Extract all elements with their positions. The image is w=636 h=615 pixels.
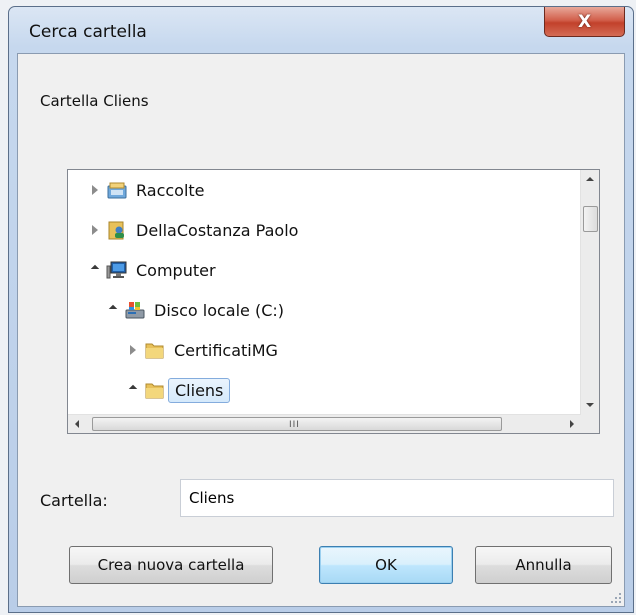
cancel-button[interactable]: Annulla [475,546,612,584]
folder-tree[interactable]: Raccolte DellaCostanza Paolo Computer Di… [67,169,600,434]
folder-field-label: Cartella: [40,491,108,510]
dialog-description: Cartella Cliens [40,92,149,110]
tree-item-computer[interactable]: Computer [88,255,218,285]
scroll-grip: III [289,420,300,430]
scroll-down-icon[interactable] [586,403,594,407]
tree-item-label: Cliens [168,377,231,403]
collapse-arrow-icon[interactable] [126,383,140,397]
scroll-up-icon[interactable] [586,177,594,181]
horizontal-scroll-thumb[interactable]: III [92,417,502,431]
libraries-icon [106,180,128,200]
tree-item-label: Computer [136,260,216,280]
tree-item-label: Disco locale (C:) [154,300,285,320]
scroll-right-icon[interactable] [570,420,574,428]
expand-arrow-icon[interactable] [88,183,102,197]
dialog-window: Cerca cartella X Cartella Cliens Raccolt… [8,6,634,613]
close-button[interactable]: X [544,7,625,37]
dialog-title: Cerca cartella [29,22,147,42]
horizontal-scrollbar[interactable]: III [68,414,581,433]
folder-icon [144,340,166,360]
collapse-arrow-icon[interactable] [88,263,102,277]
computer-icon [106,260,128,280]
dialog-body: Cartella Cliens Raccolte DellaCostanza P… [17,53,625,607]
tree-item-label: CertificatiMG [174,340,278,360]
tree-item-user[interactable]: DellaCostanza Paolo [88,215,300,245]
tree-item-cliens[interactable]: Cliens [126,375,231,405]
title-bar[interactable]: Cerca cartella X [9,7,633,53]
expand-arrow-icon[interactable] [88,223,102,237]
folder-name-input[interactable] [180,479,614,517]
tree-item-label: DellaCostanza Paolo [136,220,299,240]
scroll-left-icon[interactable] [75,420,79,428]
tree-item-label: Raccolte [136,180,205,200]
new-folder-button[interactable]: Crea nuova cartella [69,546,273,584]
close-icon: X [577,11,592,32]
ok-button[interactable]: OK [319,546,453,584]
folder-icon [144,380,166,400]
tree-item-certificatimg[interactable]: CertificatiMG [126,335,280,365]
scrollbar-corner [581,415,599,433]
collapse-arrow-icon[interactable] [106,303,120,317]
drive-icon [124,300,146,320]
tree-item-local-disk[interactable]: Disco locale (C:) [106,295,286,325]
tree-item-raccolte[interactable]: Raccolte [88,175,207,205]
vertical-scroll-thumb[interactable] [583,206,598,232]
expand-arrow-icon[interactable] [126,343,140,357]
resize-grip[interactable] [609,591,621,603]
vertical-scrollbar[interactable] [580,170,599,415]
user-folder-icon [106,220,128,240]
